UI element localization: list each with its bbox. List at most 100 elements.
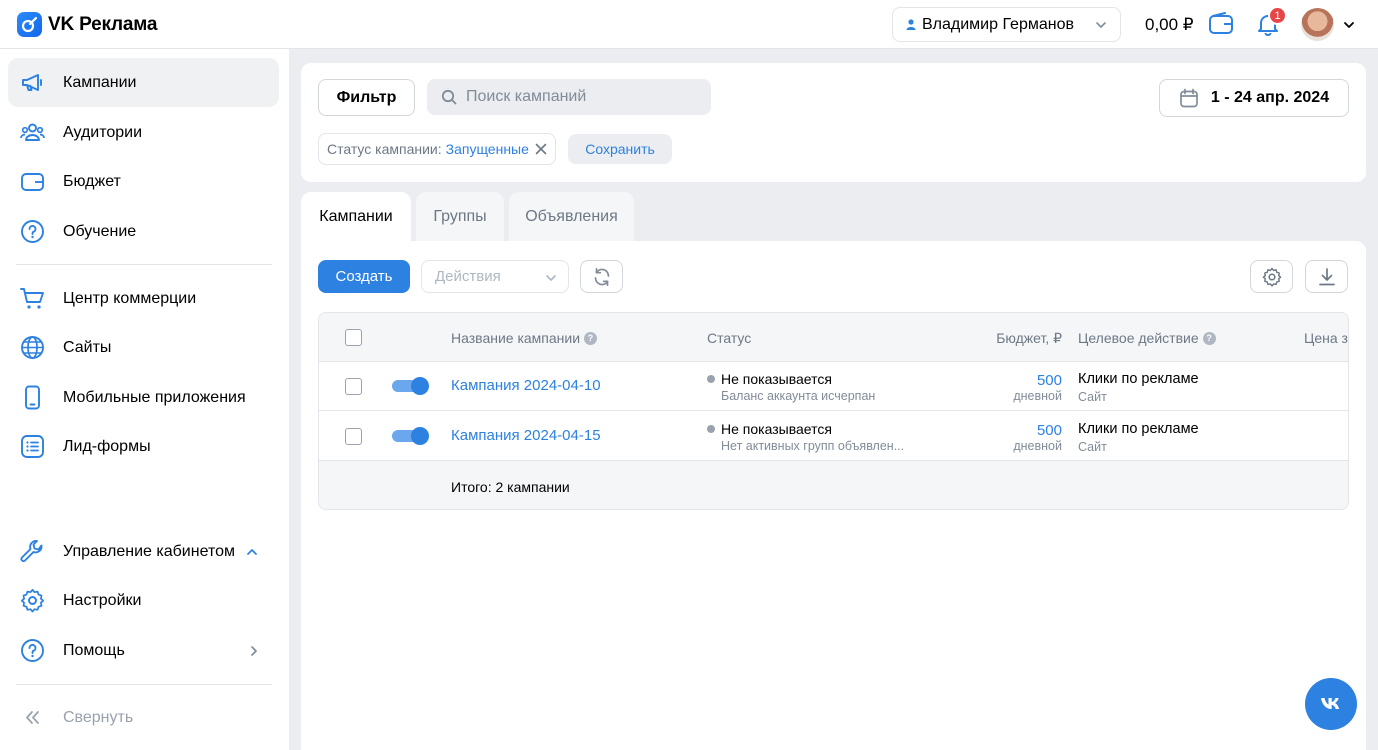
chevron-down-icon [1094,18,1108,32]
collapse-icon [20,705,45,730]
actions-label: Действия [435,268,501,285]
search-input[interactable]: Поиск кампаний [427,79,711,115]
filter-button[interactable]: Фильтр [318,79,415,116]
column-header-price[interactable]: Цена з [1304,330,1348,346]
vk-ads-logo-icon [17,12,42,37]
gear-icon [1262,267,1282,287]
column-header-budget[interactable]: Бюджет, ₽ [996,330,1062,347]
table-header: Название кампании ? Статус Бюджет, ₽ Цел… [319,313,1348,362]
sidebar-item-label: Настройки [63,591,142,609]
search-placeholder: Поиск кампаний [466,88,587,105]
row-checkbox[interactable] [345,378,362,395]
budget-period: дневной [1013,389,1062,403]
sidebar-collapse-button[interactable]: Свернуть [8,693,279,742]
campaign-toggle[interactable] [392,377,429,395]
column-header-status[interactable]: Статус [707,330,751,346]
campaign-status: Не показывается [707,421,832,437]
row-checkbox[interactable] [345,428,362,445]
budget-value[interactable]: 500 [1037,422,1062,439]
logo[interactable]: VK Реклама [17,12,157,37]
sidebar-item-label: Кампании [63,73,137,91]
sidebar-item-settings[interactable]: Настройки [8,576,279,625]
sidebar-item-campaigns[interactable]: Кампании [8,58,279,107]
question-icon [20,219,45,244]
wrench-icon [20,539,45,564]
column-header-name[interactable]: Название кампании ? [451,330,598,346]
sidebar-item-lead-forms[interactable]: Лид-формы [8,422,279,471]
status-detail: Баланс аккаунта исчерпан [721,389,876,403]
status-filter-chip[interactable]: Статус кампании: Запущенные [318,133,556,165]
campaign-name-link[interactable]: Кампания 2024-04-15 [451,427,601,444]
table-row[interactable]: Кампания 2024-04-15 Не показывается Нет … [319,412,1348,461]
chevron-down-icon[interactable] [1342,18,1356,32]
date-range-picker[interactable]: 1 - 24 апр. 2024 [1159,79,1349,117]
budget-period: дневной [1013,439,1062,453]
sidebar-item-label: Центр коммерции [63,289,197,307]
list-icon [20,434,45,459]
refresh-icon [592,267,612,287]
date-range-label: 1 - 24 апр. 2024 [1210,89,1330,106]
tab-campaigns[interactable]: Кампании [301,192,411,242]
table-total: Итого: 2 кампании [451,479,570,495]
cart-icon [20,286,45,311]
save-filter-button[interactable]: Сохранить [568,134,672,164]
tab-groups[interactable]: Группы [416,192,504,242]
sidebar-item-learning[interactable]: Обучение [8,207,279,256]
sidebar-item-label: Обучение [63,222,137,240]
table-row[interactable]: Кампания 2024-04-10 Не показывается Бала… [319,362,1348,411]
create-button[interactable]: Создать [318,260,410,293]
select-all-checkbox[interactable] [345,329,362,346]
sidebar-item-label: Бюджет [63,172,121,190]
sidebar-item-audiences[interactable]: Аудитории [8,108,279,157]
megaphone-icon [20,70,45,95]
campaigns-panel: Создать Действия Название кампании ? Ста… [301,241,1366,750]
table-footer: Итого: 2 кампании [319,461,1348,509]
avatar[interactable] [1301,8,1334,41]
campaigns-table: Название кампании ? Статус Бюджет, ₽ Цел… [318,312,1349,510]
globe-icon [20,335,45,360]
question-icon [20,638,45,663]
sidebar-item-mobile-apps[interactable]: Мобильные приложения [8,373,279,422]
sidebar-item-help[interactable]: Помощь [8,626,279,675]
search-icon [441,89,466,105]
column-header-label: Целевое действие [1078,330,1199,346]
account-selector[interactable]: Владимир Германов [892,7,1121,42]
chevron-right-icon [247,644,261,658]
help-icon[interactable]: ? [584,331,598,345]
balance-amount[interactable]: 0,00 ₽ [1145,15,1194,35]
chevron-up-icon [245,545,259,559]
sidebar-item-account-management[interactable]: Управление кабинетом [8,527,279,576]
goal-target: Сайт [1078,440,1107,454]
account-name: Владимир Германов [922,15,1074,33]
sidebar-item-sites[interactable]: Сайты [8,323,279,372]
sidebar-item-label: Помощь [63,641,125,659]
status-detail: Нет активных групп объявлен... [721,439,905,453]
close-icon[interactable] [535,143,547,155]
goal-target: Сайт [1078,390,1107,404]
sidebar-item-commerce[interactable]: Центр коммерции [8,274,279,323]
budget-value[interactable]: 500 [1037,372,1062,389]
vk-logo-icon [1320,697,1342,711]
users-icon [20,120,45,145]
table-settings-button[interactable] [1250,260,1293,293]
tab-ads[interactable]: Объявления [509,192,634,242]
top-bar: VK Реклама Владимир Германов 0,00 ₽ 1 [0,0,1378,49]
actions-dropdown[interactable]: Действия [421,260,569,293]
sidebar-divider [16,264,272,265]
help-icon[interactable]: ? [1202,331,1216,345]
campaign-toggle[interactable] [392,427,429,445]
wallet-icon[interactable] [1208,12,1234,36]
status-dot [707,375,715,383]
sidebar-item-budget[interactable]: Бюджет [8,157,279,206]
refresh-button[interactable] [580,260,623,293]
sidebar: Кампании Аудитории Бюджет Обучение Центр… [0,49,289,750]
sidebar-item-label: Аудитории [63,123,143,141]
column-header-goal[interactable]: Целевое действие ? [1078,330,1216,346]
notification-badge: 1 [1268,6,1287,25]
download-button[interactable] [1305,260,1348,293]
chip-label: Статус кампании: [327,141,442,157]
filter-panel: Фильтр Поиск кампаний 1 - 24 апр. 2024 С… [301,63,1366,182]
vk-support-button[interactable] [1305,678,1357,730]
chip-value: Запущенные [445,141,529,157]
campaign-name-link[interactable]: Кампания 2024-04-10 [451,377,601,394]
